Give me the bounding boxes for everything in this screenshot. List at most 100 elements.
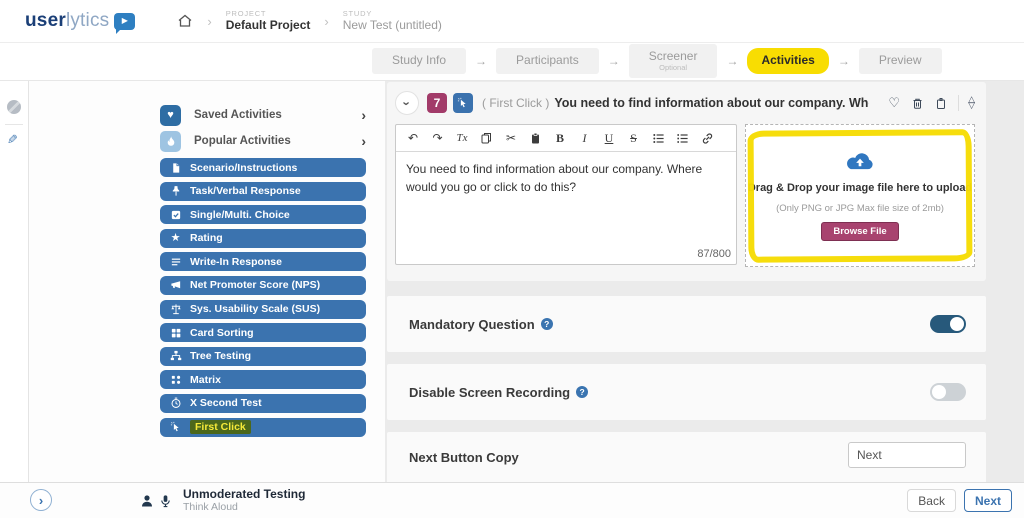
- edit-pencil-icon[interactable]: ✎: [7, 132, 18, 148]
- duplicate-icon[interactable]: [935, 97, 948, 110]
- icon-divider: [958, 95, 960, 111]
- browse-file-button[interactable]: Browse File: [821, 222, 899, 241]
- breadcrumb-chevron-icon: ›: [324, 13, 329, 29]
- activity-tree-testing[interactable]: Tree Testing: [160, 346, 366, 366]
- top-bar: user lytics ▶ › PROJECT Default Project ›…: [0, 0, 1024, 43]
- strikethrough-icon[interactable]: S: [626, 131, 642, 146]
- activity-write-in-response[interactable]: Write-In Response: [160, 252, 366, 272]
- main-panel: › 7 ( First Click ) You need to find inf…: [385, 80, 1024, 483]
- activity-first-click[interactable]: First Click: [160, 417, 366, 437]
- balance-scale-icon: [168, 303, 183, 315]
- first-click-highlighted-label: First Click: [190, 420, 251, 435]
- popular-activities-row[interactable]: Popular Activities ›: [160, 129, 366, 153]
- question-type-label: ( First Click ): [482, 96, 550, 110]
- reorder-up-down-icon[interactable]: △ ▽: [968, 95, 975, 109]
- step-arrow-icon: →: [475, 54, 488, 68]
- cloud-upload-icon: [847, 153, 873, 170]
- help-question-icon[interactable]: ?: [576, 386, 589, 398]
- bullet-list-icon[interactable]: [650, 132, 666, 145]
- grid-icon: [168, 327, 183, 339]
- redo-icon[interactable]: ↷: [430, 131, 446, 145]
- question-title: You need to find information about our c…: [554, 96, 869, 110]
- activity-single-multi-choice[interactable]: Single/Multi. Choice: [160, 205, 366, 225]
- heart-icon: ♥: [160, 104, 181, 126]
- step-screener-sublabel: Optional: [659, 62, 688, 72]
- paste-clipboard-icon[interactable]: [528, 132, 544, 145]
- document-icon: [168, 162, 183, 174]
- person-icon: [142, 494, 152, 506]
- stopwatch-icon: [168, 397, 183, 409]
- back-button[interactable]: Back: [907, 489, 956, 512]
- checkbox-icon: [168, 209, 183, 221]
- breadcrumb-chevron-icon: ›: [207, 13, 212, 29]
- megaphone-icon: [168, 279, 183, 291]
- chevron-right-icon: ›: [361, 133, 366, 149]
- question-text-editor: ↶ ↷ Tx ✂ B I U S You need to find inform…: [395, 124, 737, 265]
- chevron-right-icon: ›: [361, 107, 366, 123]
- copy-icon[interactable]: [479, 132, 495, 145]
- record-indicator-icon: [7, 100, 21, 114]
- ordered-list-icon[interactable]: [675, 132, 691, 145]
- cut-scissors-icon[interactable]: ✂: [503, 131, 519, 145]
- home-icon[interactable]: [177, 13, 193, 29]
- clear-format-icon[interactable]: Tx: [454, 132, 470, 144]
- disable-screen-recording-toggle[interactable]: [930, 383, 966, 401]
- next-button-copy-label: Next Button Copy: [409, 450, 519, 465]
- left-rail: ✎: [0, 42, 29, 518]
- next-button-copy-input[interactable]: [848, 442, 966, 468]
- saved-activities-row[interactable]: ♥ Saved Activities ›: [160, 103, 366, 127]
- bottom-bar: › Unmoderated Testing Think Aloud Back N…: [0, 482, 1024, 518]
- userlytics-logo[interactable]: user lytics ▶: [25, 10, 136, 34]
- italic-icon[interactable]: I: [577, 131, 593, 146]
- mandatory-question-card: Mandatory Question ?: [387, 296, 986, 352]
- pushpin-icon: [168, 185, 183, 197]
- step-preview[interactable]: Preview: [858, 48, 942, 74]
- character-counter: 87/800: [697, 247, 731, 260]
- question-number-badge: 7: [427, 93, 447, 113]
- upload-title: Drag & Drop your image file here to uplo…: [747, 182, 973, 194]
- favorite-heart-icon[interactable]: ♡: [888, 95, 900, 111]
- breadcrumb-study[interactable]: STUDY New Test (untitled): [343, 9, 442, 33]
- link-icon[interactable]: [699, 132, 715, 145]
- delete-trash-icon[interactable]: [911, 97, 924, 110]
- undo-icon[interactable]: ↶: [405, 131, 421, 145]
- image-upload-area: Drag & Drop your image file here to uplo…: [745, 124, 975, 267]
- activity-rating[interactable]: ★ Rating: [160, 228, 366, 248]
- breadcrumb-project[interactable]: PROJECT Default Project: [226, 9, 311, 33]
- cursor-click-icon: [168, 421, 183, 433]
- test-type-label: Unmoderated Testing: [183, 487, 306, 501]
- activity-scenario-instructions[interactable]: Scenario/Instructions: [160, 158, 366, 177]
- step-participants[interactable]: Participants: [496, 48, 599, 74]
- activity-sys-usability-scale[interactable]: Sys. Usability Scale (SUS): [160, 299, 366, 319]
- activity-matrix[interactable]: Matrix: [160, 370, 366, 390]
- logo-bubble-icon: ▶: [114, 12, 136, 34]
- bold-icon[interactable]: B: [552, 131, 568, 146]
- underline-icon[interactable]: U: [601, 131, 617, 146]
- matrix-dots-icon: [168, 374, 183, 386]
- logo-text-lytics: lytics: [65, 10, 110, 31]
- activity-task-verbal-response[interactable]: Task/Verbal Response: [160, 181, 366, 201]
- steps-bar: Study Info → Participants → Screener Opt…: [0, 42, 1024, 81]
- activity-x-second-test[interactable]: X Second Test: [160, 393, 366, 413]
- step-screener[interactable]: Screener Optional: [628, 43, 718, 79]
- logo-text-user: user: [25, 10, 66, 31]
- expand-panel-chevron-button[interactable]: ›: [30, 489, 52, 511]
- flame-icon: [160, 130, 181, 152]
- activity-net-promoter-score[interactable]: Net Promoter Score (NPS): [160, 275, 366, 295]
- text-lines-icon: [168, 256, 183, 268]
- step-study-info[interactable]: Study Info: [372, 48, 467, 74]
- activity-card-sorting[interactable]: Card Sorting: [160, 323, 366, 343]
- collapse-chevron-button[interactable]: ›: [395, 91, 419, 115]
- drag-drop-zone[interactable]: Drag & Drop your image file here to uplo…: [745, 124, 975, 267]
- step-activities-active[interactable]: Activities: [747, 48, 829, 74]
- next-button[interactable]: Next: [963, 489, 1012, 512]
- tree-hierarchy-icon: [168, 350, 183, 362]
- step-arrow-icon: →: [726, 54, 739, 68]
- test-mode-label: Think Aloud: [183, 501, 238, 514]
- question-text-input[interactable]: You need to find information about our c…: [396, 152, 736, 264]
- help-question-icon[interactable]: ?: [540, 318, 553, 330]
- step-arrow-icon: →: [607, 54, 620, 68]
- mandatory-question-toggle[interactable]: [930, 315, 966, 333]
- step-arrow-icon: →: [837, 54, 850, 68]
- test-mode-icons: [140, 494, 177, 508]
